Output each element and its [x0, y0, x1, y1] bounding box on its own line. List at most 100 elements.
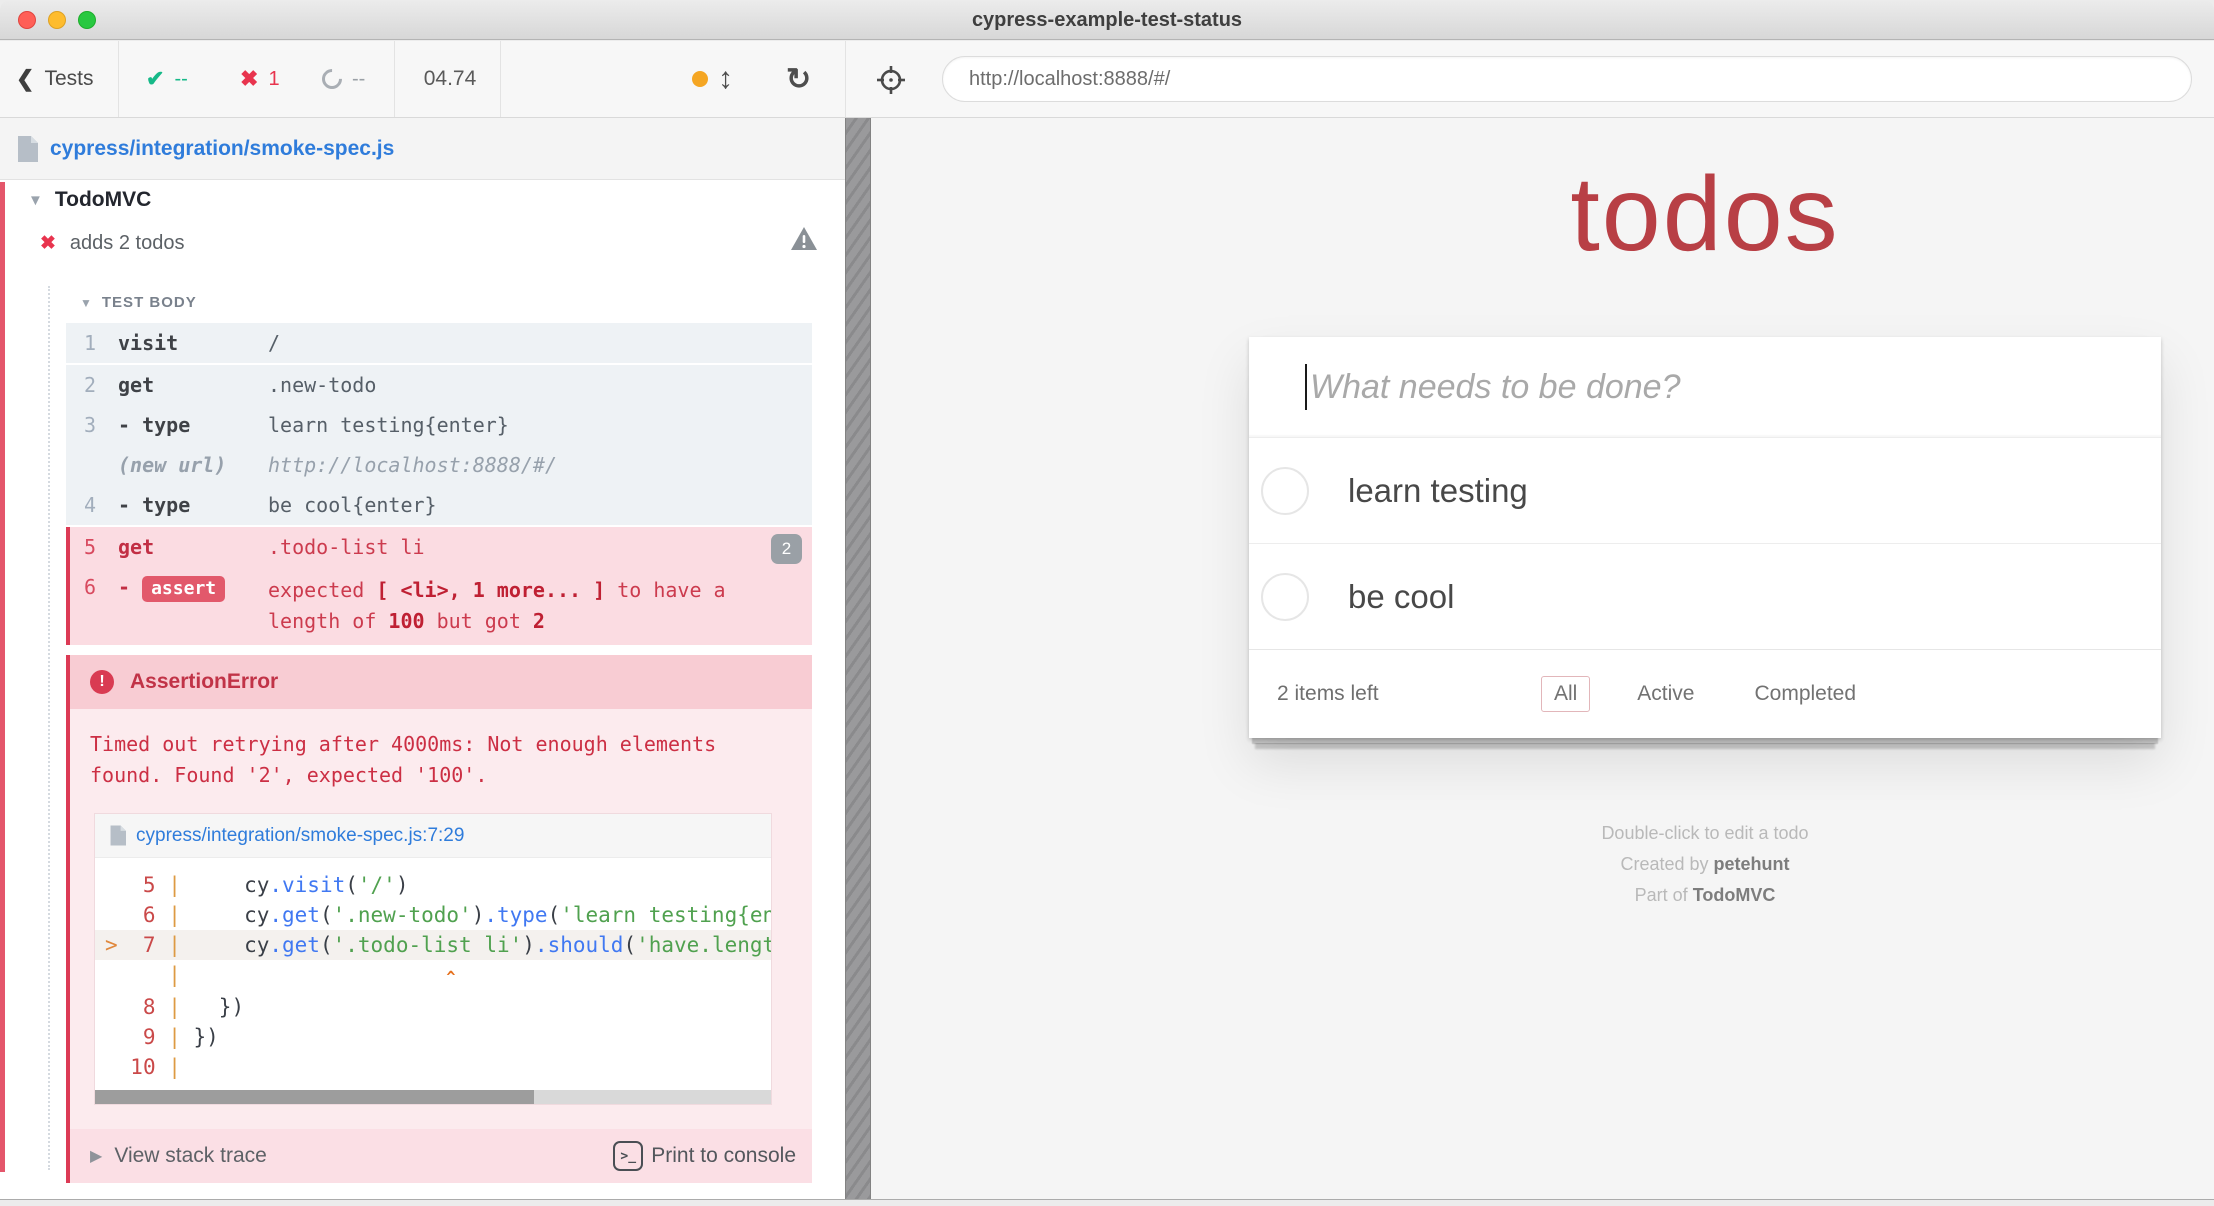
view-stack-trace-label: View stack trace — [114, 1144, 267, 1168]
chevron-down-icon: ▼ — [80, 296, 92, 310]
code-frame-scrollbar[interactable] — [95, 1090, 771, 1104]
failed-value: 1 — [268, 68, 279, 91]
command-row-type[interactable]: 4 - type be cool{enter} — [66, 485, 812, 525]
command-group: 1 visit / — [66, 323, 812, 363]
check-icon: ✔ — [146, 66, 164, 92]
window-title: cypress-example-test-status — [0, 0, 2214, 40]
print-to-console-button[interactable]: >_ Print to console — [613, 1141, 796, 1171]
command-name: visit — [110, 331, 268, 355]
file-icon — [109, 825, 126, 846]
code-frame: cypress/integration/smoke-spec.js:7:29 5… — [94, 813, 772, 1105]
info-author: Created by petehunt — [1249, 849, 2161, 880]
command-number: 2 — [66, 373, 110, 397]
assertion-error-block: ! AssertionError Timed out retrying afte… — [66, 655, 812, 1183]
author-link[interactable]: petehunt — [1714, 854, 1790, 874]
filter-completed[interactable]: Completed — [1741, 676, 1869, 712]
filter-active[interactable]: Active — [1624, 676, 1707, 712]
command-number: 3 — [66, 413, 110, 437]
test-failed-icon: ✖ — [40, 232, 56, 255]
panel-resize-handle[interactable] — [845, 118, 871, 1199]
spec-header: cypress/integration/smoke-spec.js — [0, 118, 845, 180]
reporter-panel: cypress/integration/smoke-spec.js ▼ Todo… — [0, 118, 845, 1199]
todo-label[interactable]: learn testing — [1348, 472, 1528, 510]
restart-tests-button[interactable]: ↻ — [786, 41, 811, 117]
command-number: 5 — [70, 535, 110, 559]
spec-file-link[interactable]: cypress/integration/smoke-spec.js — [50, 137, 394, 161]
suite-todomvc[interactable]: ▼ TodoMVC — [28, 188, 151, 212]
error-icon: ! — [90, 670, 114, 694]
app-under-test-panel: todos What needs to be done? learn testi… — [871, 118, 2214, 1199]
pending-circle-icon — [318, 65, 346, 93]
command-args: / — [268, 331, 812, 355]
command-log: 1 visit / 2 get .new-todo 3 - type learn… — [66, 323, 812, 647]
command-name: get — [110, 373, 268, 397]
command-name: (new url) — [110, 453, 268, 477]
window-titlebar: cypress-example-test-status — [0, 0, 2214, 40]
viewport-dot-icon — [692, 71, 708, 87]
app-info-footer: Double-click to edit a todo Created by p… — [1249, 818, 2161, 911]
todomvc-link[interactable]: TodoMVC — [1693, 885, 1776, 905]
failed-suite-border — [0, 182, 5, 1172]
address-bar[interactable]: http://localhost:8888/#/ — [942, 56, 2192, 102]
element-count-badge: 2 — [771, 534, 802, 564]
test-content-border — [48, 286, 50, 1170]
url-text: http://localhost:8888/#/ — [969, 68, 1170, 91]
todo-toggle-checkbox[interactable] — [1261, 467, 1309, 515]
code-frame-file-link[interactable]: cypress/integration/smoke-spec.js:7:29 — [136, 825, 464, 847]
test-body-section-toggle[interactable]: ▼ TEST BODY — [80, 294, 197, 311]
selector-playground-button[interactable] — [876, 65, 906, 95]
toolbar-separator — [394, 41, 395, 117]
view-stack-trace-button[interactable]: ▶ View stack trace — [90, 1144, 267, 1168]
command-name: - assert — [110, 575, 268, 602]
back-to-tests-button[interactable]: ❮ Tests — [16, 41, 93, 117]
new-todo-input[interactable]: What needs to be done? — [1249, 337, 2161, 437]
viewport-indicator[interactable]: ↕ — [692, 41, 733, 117]
error-name: AssertionError — [130, 670, 278, 694]
todo-item: learn testing — [1249, 437, 2161, 543]
info-edit-hint: Double-click to edit a todo — [1249, 818, 2161, 849]
test-body-label: TEST BODY — [102, 294, 197, 311]
error-body: Timed out retrying after 4000ms: Not eno… — [70, 709, 812, 1129]
cypress-runner-window: cypress-example-test-status ❮ Tests ✔ --… — [0, 0, 2214, 1206]
runner-toolbar: ❮ Tests ✔ -- ✖ 1 -- 04.74 ↕ ↻ — [0, 41, 2214, 118]
todo-item: be cool — [1249, 543, 2161, 649]
pending-value: -- — [352, 68, 365, 91]
assert-pill: assert — [142, 576, 225, 602]
suite-title: TodoMVC — [55, 188, 151, 212]
text-cursor — [1305, 364, 1307, 410]
assert-message: expected [ <li>, 1 more... ] to have a l… — [268, 575, 773, 637]
filters: All Active Completed — [1541, 676, 1869, 712]
test-adds-2-todos[interactable]: ✖ adds 2 todos — [40, 232, 184, 255]
items-left-count: 2 items left — [1277, 682, 1379, 706]
error-message: Timed out retrying after 4000ms: Not eno… — [90, 729, 745, 791]
window-bottom-edge — [0, 1199, 2214, 1206]
failed-count: ✖ 1 — [240, 41, 280, 117]
command-number: 1 — [66, 331, 110, 355]
command-row-get[interactable]: 2 get .new-todo — [66, 365, 812, 405]
chevron-left-icon: ❮ — [16, 66, 34, 92]
viewport-scale-icon: ↕ — [718, 64, 733, 94]
command-row-get-failed[interactable]: 5 get .todo-list li 2 — [66, 527, 812, 567]
file-icon — [16, 136, 38, 162]
passed-value: -- — [174, 68, 187, 91]
todo-label[interactable]: be cool — [1348, 578, 1454, 616]
command-name: - type — [110, 493, 268, 517]
chevron-right-icon: ▶ — [90, 1146, 102, 1166]
command-row-visit[interactable]: 1 visit / — [66, 323, 812, 363]
todoapp-card: What needs to be done? learn testing be … — [1249, 337, 2161, 738]
passed-count: ✔ -- — [146, 41, 188, 117]
command-row-assert[interactable]: 6 - assert expected [ <li>, 1 more... ] … — [66, 567, 812, 645]
scrollbar-thumb[interactable] — [95, 1090, 534, 1104]
command-row-type[interactable]: 3 - type learn testing{enter} — [66, 405, 812, 445]
back-to-tests-label: Tests — [44, 67, 93, 91]
command-name: get — [110, 535, 268, 559]
x-icon: ✖ — [240, 66, 258, 92]
toolbar-separator — [845, 41, 846, 117]
filter-all[interactable]: All — [1541, 676, 1590, 712]
todo-toggle-checkbox[interactable] — [1261, 573, 1309, 621]
code-lines: 5 | cy.visit('/') 6 | cy.get('.new-todo'… — [95, 858, 771, 1090]
new-todo-placeholder: What needs to be done? — [1310, 368, 1681, 407]
command-row-new-url[interactable]: (new url) http://localhost:8888/#/ — [66, 445, 812, 485]
command-args: .new-todo — [268, 373, 812, 397]
test-duration: 04.74 — [402, 41, 498, 117]
